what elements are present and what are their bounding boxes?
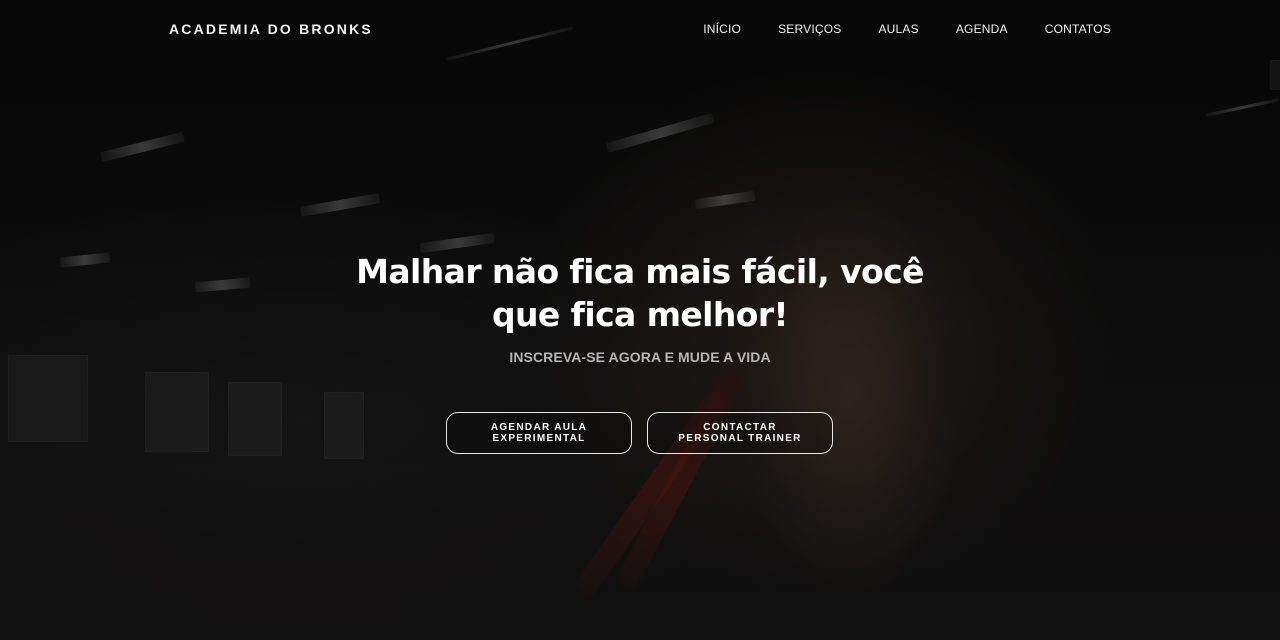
nav-link-aulas[interactable]: AULAS xyxy=(878,22,918,36)
nav-link-agenda[interactable]: AGENDA xyxy=(956,22,1008,36)
nav-link-inicio[interactable]: INÍCIO xyxy=(703,22,741,36)
nav-link-servicos[interactable]: SERVIÇOS xyxy=(778,22,841,36)
contact-personal-trainer-button[interactable]: CONTACTAR PERSONAL TRAINER xyxy=(647,412,833,454)
schedule-trial-class-button[interactable]: AGENDAR AULA EXPERIMENTAL xyxy=(446,412,632,454)
top-navigation: ACADEMIA DO BRONKS INÍCIO SERVIÇOS AULAS… xyxy=(0,0,1280,60)
hero-subheadline: INSCREVA-SE AGORA E MUDE A VIDA xyxy=(509,349,771,365)
nav-menu: INÍCIO SERVIÇOS AULAS AGENDA CONTATOS xyxy=(703,22,1111,36)
hero-section: ACADEMIA DO BRONKS INÍCIO SERVIÇOS AULAS… xyxy=(0,0,1280,640)
hero-headline: Malhar não fica mais fácil, você que fic… xyxy=(356,252,924,334)
hero-buttons: AGENDAR AULA EXPERIMENTAL CONTACTAR PERS… xyxy=(446,412,833,454)
nav-link-contatos[interactable]: CONTATOS xyxy=(1045,22,1111,36)
brand-logo[interactable]: ACADEMIA DO BRONKS xyxy=(169,21,373,37)
hero-content: Malhar não fica mais fácil, você que fic… xyxy=(340,250,940,365)
